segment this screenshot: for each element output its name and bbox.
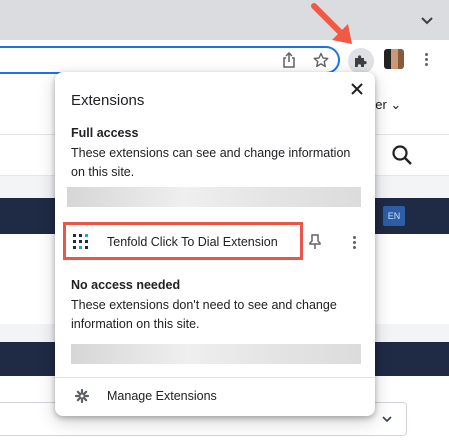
redacted-extension-row — [67, 187, 361, 207]
chevron-down-icon — [380, 412, 394, 426]
annotation-arrow-icon — [300, 0, 370, 60]
full-access-heading: Full access — [71, 126, 139, 140]
extension-more-kebab-icon[interactable] — [352, 236, 356, 251]
no-access-description: These extensions don't need to see and c… — [71, 298, 337, 331]
divider — [55, 377, 375, 378]
browser-menu-kebab-icon[interactable] — [424, 53, 428, 68]
close-icon[interactable] — [348, 80, 366, 98]
gear-icon[interactable] — [74, 388, 90, 404]
share-icon[interactable] — [279, 50, 299, 70]
profile-avatar[interactable] — [384, 49, 404, 69]
popup-title: Extensions — [71, 92, 145, 109]
tab-search-chevron-icon[interactable] — [419, 12, 435, 28]
pin-icon[interactable] — [308, 234, 322, 250]
full-access-description: These extensions can see and change info… — [71, 146, 351, 179]
search-icon[interactable] — [391, 144, 413, 166]
language-badge[interactable]: EN — [383, 206, 405, 226]
extension-name[interactable]: Tenfold Click To Dial Extension — [107, 235, 278, 249]
tenfold-logo-icon — [72, 233, 90, 251]
no-access-heading: No access needed — [71, 278, 181, 292]
extensions-popup: Extensions Full access These extensions … — [55, 72, 375, 416]
redacted-extension-row-2 — [71, 344, 361, 364]
manage-extensions-link[interactable]: Manage Extensions — [107, 389, 217, 403]
tab-strip — [0, 0, 449, 40]
